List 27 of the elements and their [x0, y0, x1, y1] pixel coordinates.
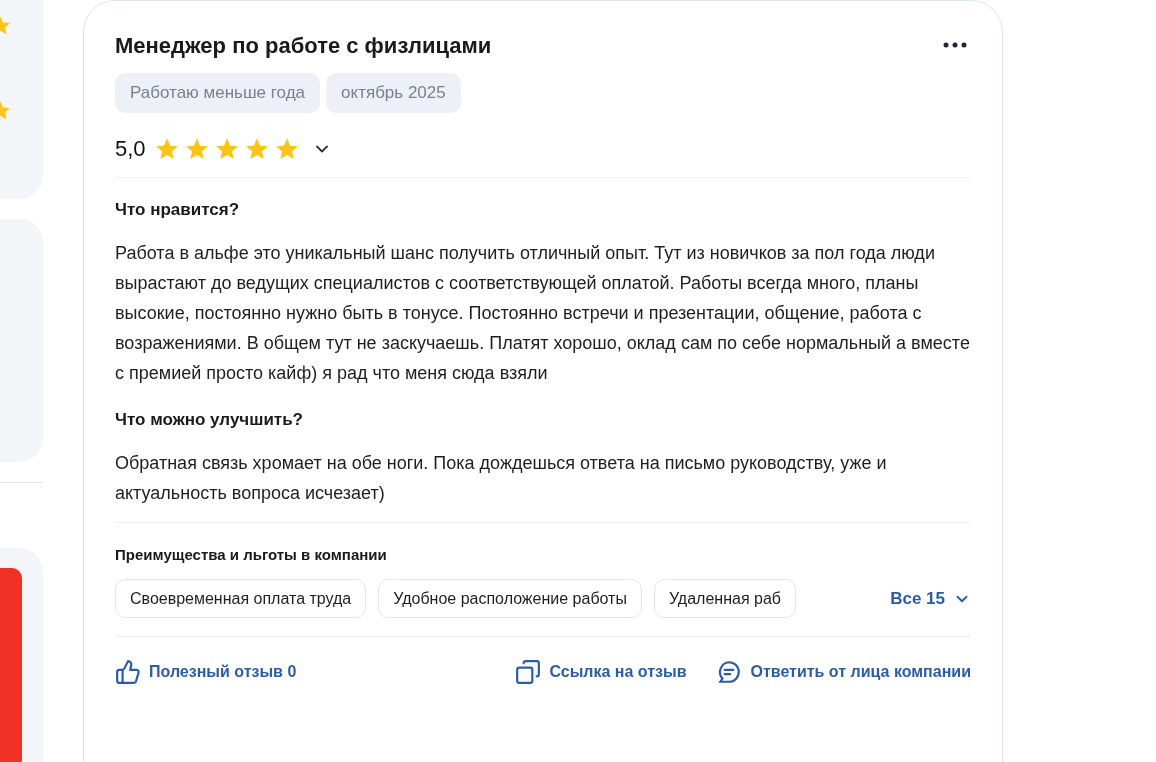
star-icon	[243, 136, 270, 162]
star-icon	[183, 136, 210, 162]
message-icon	[716, 659, 743, 685]
benefit-chip: Удаленная раб	[653, 579, 796, 618]
star-icon	[0, 15, 12, 35]
star-icon	[273, 136, 300, 162]
review-title: Менеджер по работе с физлицами	[115, 32, 492, 60]
action-link[interactable]: Ответить от лица компании	[716, 659, 971, 685]
benefit-chip: Удобное расположение работы	[378, 579, 642, 618]
rating-value: 5,0	[115, 135, 146, 163]
section-heading: Что можно улучшить?	[115, 409, 304, 431]
section-heading: Что нравится?	[115, 199, 241, 221]
tag: Работаю меньше года	[115, 73, 321, 113]
star-icon	[0, 100, 12, 120]
benefit-chip: Своевременная оплата труда	[115, 579, 367, 618]
star-icon	[153, 136, 180, 162]
more-icon[interactable]	[943, 42, 967, 48]
section-text: Работа в альфе это уникальный шанс получить отличный опыт. Тут из новичков за пол года люди вырастают до ведущих специалистов с соответствующей оплатой. Работы всегда много, планы высокие, постоянно нужно быть в тонусе. Постоянно встречи и презентации, общение, работа с возражениями. В общем тут не заскучаешь. Платят хорошо, оклад сам по себе нормальный а вместе с премией просто кайф) я рад что меня сюда взяли	[115, 242, 971, 385]
star-icon	[213, 136, 240, 162]
tag: октябрь 2025	[326, 73, 461, 113]
copy-icon	[515, 659, 542, 685]
show-all-button[interactable]: Все 15	[890, 585, 971, 612]
thumbs-up-icon	[115, 659, 141, 685]
benefits-heading: Преимущества и льготы в компании	[115, 545, 388, 565]
action-link[interactable]: Полезный отзыв 0	[115, 659, 297, 685]
section-text: Обратная связь хромает на обе ноги. Пока дождешься ответа на письмо руководству, уже и актуальность вопроса исчезает)	[115, 452, 888, 505]
action-link[interactable]: Ссылка на отзыв	[515, 659, 687, 685]
